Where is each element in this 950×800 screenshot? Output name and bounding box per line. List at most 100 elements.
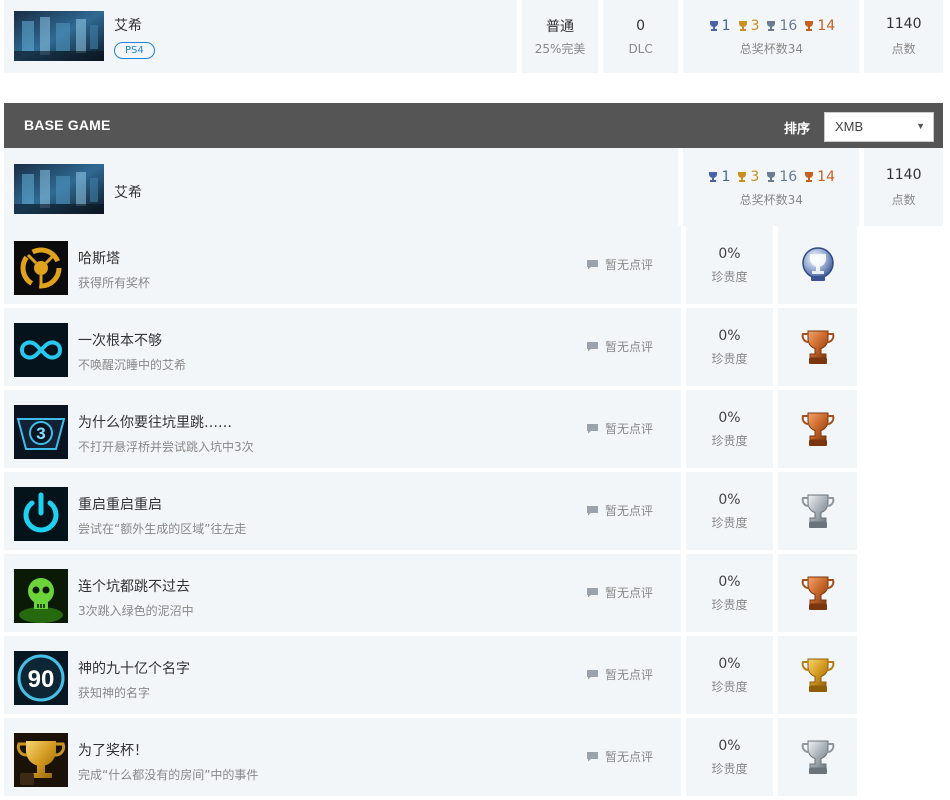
rarity-stat: 0% 珍贵度 bbox=[686, 472, 773, 550]
platform-badge: PS4 bbox=[114, 42, 155, 59]
golden-cup-icon[interactable] bbox=[14, 733, 68, 787]
dlc-label: DLC bbox=[628, 41, 653, 56]
trophy-row[interactable]: 一次根本不够 不唤醒沉睡中的艾希 暂无点评 0% 珍贵度 bbox=[4, 308, 943, 390]
comment-link[interactable]: 暂无点评 bbox=[586, 584, 681, 601]
comment-bubble-icon bbox=[587, 424, 598, 434]
comment-link[interactable]: 暂无点评 bbox=[586, 748, 681, 765]
sort-label: 排序 bbox=[784, 122, 811, 137]
trophy-row[interactable]: 90 神的九十亿个名字 获知神的名字 暂无点评 0% 珍贵度 bbox=[4, 636, 943, 718]
svg-text:90: 90 bbox=[28, 666, 55, 693]
trophy-grade bbox=[778, 554, 857, 632]
trophy-info[interactable]: 90 神的九十亿个名字 获知神的名字 暂无点评 bbox=[4, 636, 681, 714]
trophy-info[interactable]: 3 为什么你要往坑里跳…… 不打开悬浮桥并尝试跳入坑中3次 暂无点评 bbox=[4, 390, 681, 468]
bronze-trophy-icon bbox=[805, 21, 814, 31]
comment-link[interactable]: 暂无点评 bbox=[586, 420, 681, 437]
rarity-stat: 0% 珍贵度 bbox=[686, 226, 773, 304]
trophy-grade bbox=[778, 718, 857, 796]
bronze-trophy-icon bbox=[801, 576, 834, 610]
trophy-title[interactable]: 哈斯塔 bbox=[78, 248, 120, 268]
trophy-grade bbox=[778, 636, 857, 714]
platinum-count: 1 bbox=[721, 18, 731, 34]
trophy-row[interactable]: 3 为什么你要往坑里跳…… 不打开悬浮桥并尝试跳入坑中3次 暂无点评 0% 珍贵… bbox=[4, 390, 943, 472]
trophy-title[interactable]: 连个坑都跳不过去 bbox=[78, 576, 190, 596]
subgame-points-value: 1140 bbox=[885, 166, 922, 183]
dlc-stat: 0 DLC bbox=[602, 0, 679, 73]
silver-trophy-icon bbox=[801, 494, 834, 528]
trophy-description: 3次跳入绿色的泥沼中 bbox=[78, 604, 194, 618]
trophy-title[interactable]: 为了奖杯！ bbox=[78, 740, 148, 760]
comment-link[interactable]: 暂无点评 bbox=[586, 256, 681, 273]
trophy-title[interactable]: 神的九十亿个名字 bbox=[78, 658, 190, 678]
infinity-icon[interactable] bbox=[14, 323, 68, 377]
rarity-label: 珍贵度 bbox=[711, 433, 748, 448]
comment-link[interactable]: 暂无点评 bbox=[586, 338, 681, 355]
sort-select[interactable]: XMB ▼ bbox=[824, 112, 934, 142]
game-cover-thumbnail[interactable] bbox=[14, 11, 104, 61]
subgame-cover-thumbnail[interactable] bbox=[14, 164, 104, 214]
bronze-count: 14 bbox=[817, 18, 836, 34]
rarity-stat: 0% 珍贵度 bbox=[686, 718, 773, 796]
bronze-trophy-icon bbox=[805, 171, 814, 182]
trophy-grade bbox=[778, 390, 857, 468]
game-info[interactable]: 艾希 PS4 bbox=[4, 0, 518, 73]
comment-bubble-icon bbox=[587, 260, 598, 270]
trophy-info[interactable]: 连个坑都跳不过去 3次跳入绿色的泥沼中 暂无点评 bbox=[4, 554, 681, 632]
trophy-row[interactable]: 为了奖杯！ 完成“什么都没有的房间”中的事件 暂无点评 0% 珍贵度 bbox=[4, 718, 943, 800]
trophy-title[interactable]: 重启重启重启 bbox=[78, 494, 162, 514]
trophy-title[interactable]: 为什么你要往坑里跳…… bbox=[78, 412, 232, 432]
comment-bubble-icon bbox=[587, 506, 598, 516]
trophy-grade bbox=[778, 472, 857, 550]
svg-text:3: 3 bbox=[36, 424, 45, 443]
section-header: BASE GAME 排序 XMB ▼ bbox=[4, 103, 943, 148]
gold-trophy-icon bbox=[801, 658, 834, 692]
subgame-points-label: 点数 bbox=[891, 192, 916, 207]
bronze-trophy-icon bbox=[801, 412, 834, 446]
trophy-description: 获得所有奖杯 bbox=[78, 276, 151, 290]
comment-link[interactable]: 暂无点评 bbox=[586, 502, 681, 519]
trophy-info[interactable]: 一次根本不够 不唤醒沉睡中的艾希 暂无点评 bbox=[4, 308, 681, 386]
green-skull-icon[interactable] bbox=[14, 569, 68, 623]
comment-text: 暂无点评 bbox=[605, 668, 654, 682]
gold-count: 3 bbox=[750, 168, 760, 185]
game-title[interactable]: 艾希 bbox=[114, 15, 142, 35]
pit-three-icon[interactable]: 3 bbox=[14, 405, 68, 459]
comment-bubble-icon bbox=[587, 342, 598, 352]
rarity-stat: 0% 珍贵度 bbox=[686, 308, 773, 386]
trophy-info[interactable]: 哈斯塔 获得所有奖杯 暂无点评 bbox=[4, 226, 681, 304]
subgame-info[interactable]: 艾希 bbox=[4, 148, 679, 226]
platinum-trophy-icon bbox=[801, 247, 834, 281]
silver-count: 16 bbox=[779, 168, 798, 185]
silver-trophy-icon bbox=[767, 171, 776, 182]
trophy-grade bbox=[778, 226, 857, 304]
ninety-icon[interactable]: 90 bbox=[14, 651, 68, 705]
trophy-row[interactable]: 连个坑都跳不过去 3次跳入绿色的泥沼中 暂无点评 0% 珍贵度 bbox=[4, 554, 943, 636]
subgame-trophy-total-label: 总奖杯数34 bbox=[739, 192, 803, 207]
trophy-info[interactable]: 为了奖杯！ 完成“什么都没有的房间”中的事件 暂无点评 bbox=[4, 718, 681, 796]
trophy-description: 完成“什么都没有的房间”中的事件 bbox=[78, 768, 259, 782]
trophy-total-label: 总奖杯数34 bbox=[739, 42, 804, 56]
subgame-points-stat: 1140 点数 bbox=[864, 148, 944, 226]
rarity-stat: 0% 珍贵度 bbox=[686, 554, 773, 632]
points-label: 点数 bbox=[891, 42, 916, 56]
power-icon[interactable] bbox=[14, 487, 68, 541]
trophy-description: 尝试在“额外生成的区域”往左走 bbox=[78, 522, 247, 536]
trophy-row[interactable]: 哈斯塔 获得所有奖杯 暂无点评 0% 珍贵度 bbox=[4, 226, 943, 308]
difficulty-stat: 普通 25%完美 bbox=[522, 0, 598, 73]
trophy-grade bbox=[778, 308, 857, 386]
rarity-label: 珍贵度 bbox=[711, 679, 748, 694]
rarity-value: 0% bbox=[718, 737, 741, 754]
comment-bubble-icon bbox=[587, 588, 598, 598]
trophy-info[interactable]: 重启重启重启 尝试在“额外生成的区域”往左走 暂无点评 bbox=[4, 472, 681, 550]
rarity-value: 0% bbox=[718, 573, 741, 590]
rarity-value: 0% bbox=[718, 491, 741, 508]
rarity-value: 0% bbox=[718, 655, 741, 672]
difficulty-label: 25%完美 bbox=[534, 42, 586, 56]
comment-link[interactable]: 暂无点评 bbox=[586, 666, 681, 683]
trophy-row[interactable]: 重启重启重启 尝试在“额外生成的区域”往左走 暂无点评 0% 珍贵度 bbox=[4, 472, 943, 554]
comment-bubble-icon bbox=[587, 670, 598, 680]
subgame-trophy-totals: 1 3 16 14 总奖杯数34 bbox=[683, 148, 860, 226]
rarity-label: 珍贵度 bbox=[711, 597, 748, 612]
subgame-title[interactable]: 艾希 bbox=[114, 182, 142, 202]
hastur-icon[interactable] bbox=[14, 241, 68, 295]
trophy-title[interactable]: 一次根本不够 bbox=[78, 330, 162, 350]
